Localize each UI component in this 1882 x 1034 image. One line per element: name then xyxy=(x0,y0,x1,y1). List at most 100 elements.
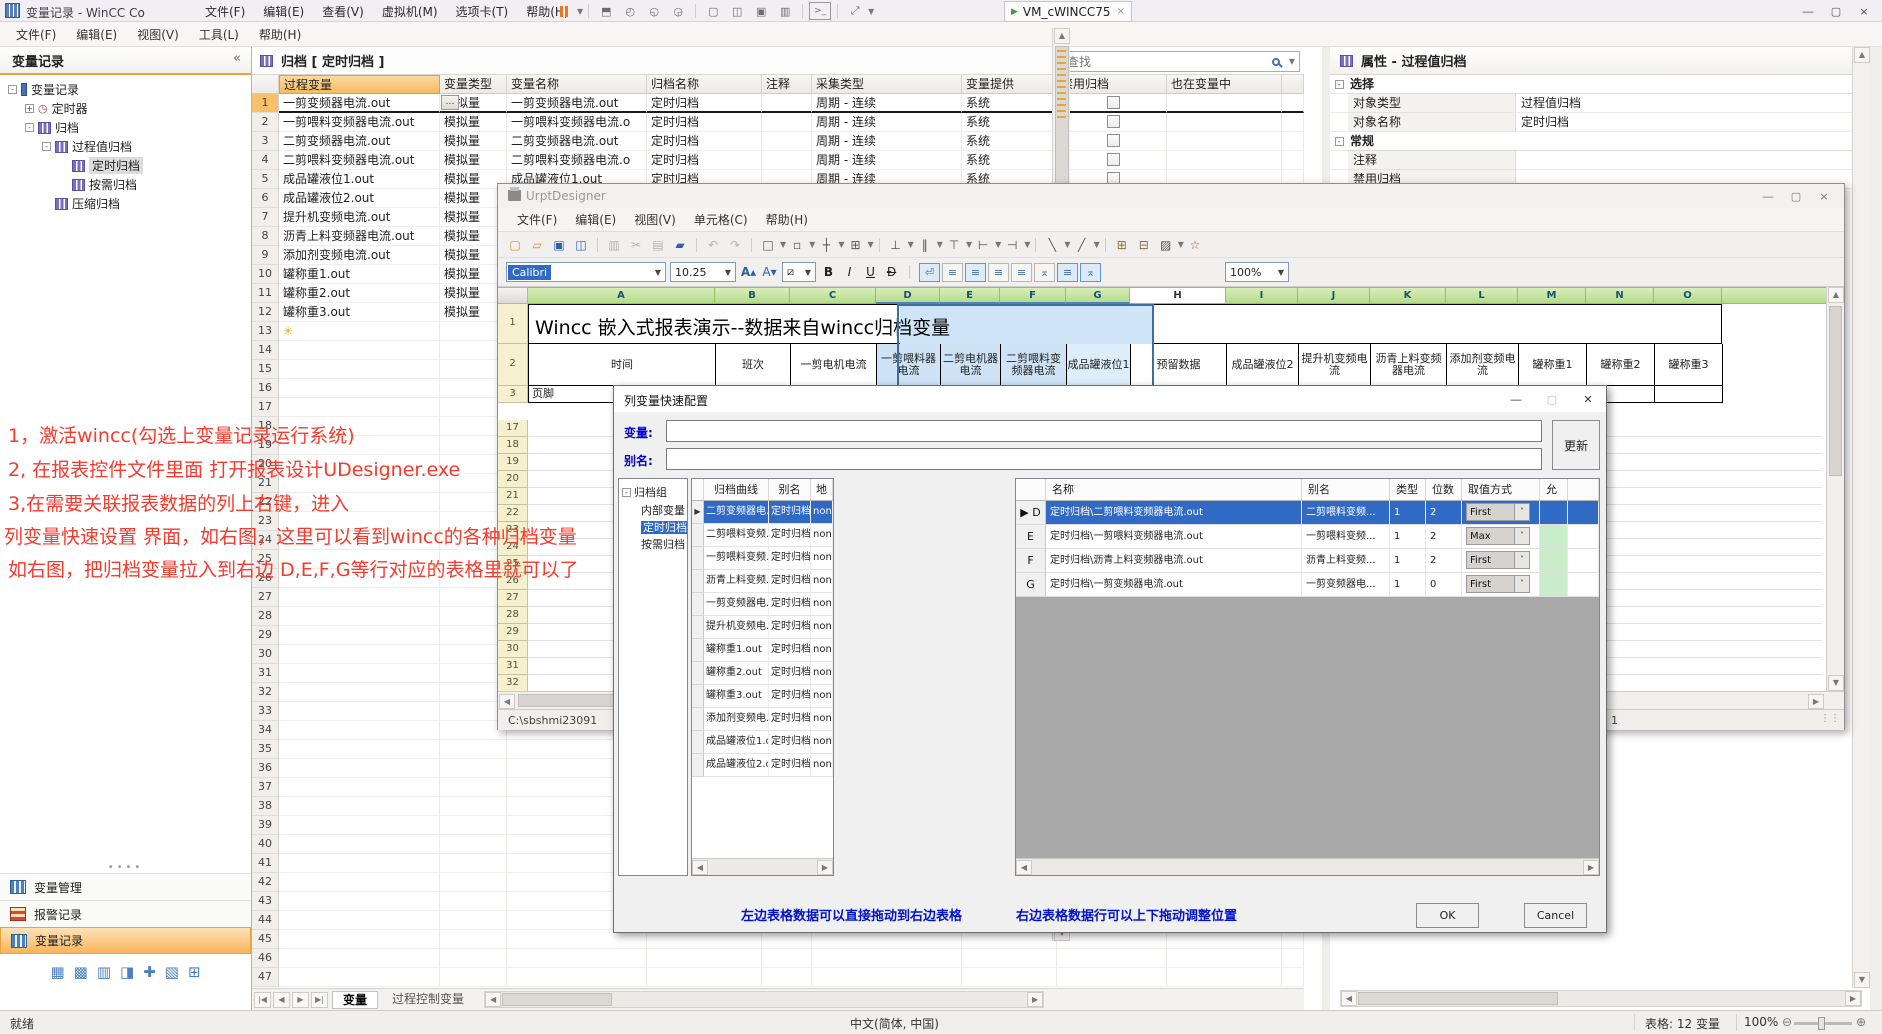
sheet-cell[interactable] xyxy=(1655,386,1723,403)
column-header-C[interactable]: C xyxy=(790,287,876,304)
vm-tab-close-icon[interactable]: × xyxy=(1117,6,1125,17)
chevron-down-icon[interactable]: ▼ xyxy=(838,240,844,249)
scroll-left-icon[interactable]: ◀ xyxy=(499,694,515,709)
row-header-26[interactable]: 26 xyxy=(498,573,528,590)
wincc-menu-4[interactable]: 帮助(H) xyxy=(249,23,311,46)
ellipsis-button[interactable]: … xyxy=(441,95,459,110)
cell[interactable] xyxy=(279,759,440,778)
paste-icon[interactable]: ▤ xyxy=(648,235,668,255)
row-number[interactable]: 16 xyxy=(252,379,279,398)
cell[interactable]: 罐称重2.out xyxy=(279,284,440,303)
sheet-cell[interactable]: 预留数据 xyxy=(1131,344,1227,386)
cell[interactable] xyxy=(279,664,440,683)
sheet-cell[interactable]: 二剪电机器电流 xyxy=(941,344,1001,386)
row-number[interactable]: 30 xyxy=(252,645,279,664)
row-selector[interactable] xyxy=(692,639,704,662)
border-none-icon[interactable]: ▫ xyxy=(787,235,807,255)
wincc-menu-2[interactable]: 视图(V) xyxy=(127,23,189,46)
align-left-icon[interactable]: ≡ xyxy=(942,263,963,282)
sheet-cell[interactable]: 班次 xyxy=(716,344,791,386)
curve-row[interactable]: 二剪喂料变频...定时归档none xyxy=(692,524,833,547)
minimize-button[interactable]: ― xyxy=(1498,386,1534,412)
column-header-取值方式[interactable]: 取值方式 xyxy=(1462,479,1540,501)
cell[interactable] xyxy=(762,132,812,151)
chevron-down-icon[interactable]: ˅ xyxy=(1514,552,1529,568)
curve-row[interactable]: 罐称重3.out定时归档none xyxy=(692,685,833,708)
sheet-cell[interactable]: 成品罐液位2 xyxy=(1227,344,1299,386)
wincc-menu-0[interactable]: 文件(F) xyxy=(6,23,66,46)
cell[interactable] xyxy=(762,94,812,113)
nav-button-变量管理[interactable]: 变量管理 xyxy=(0,873,251,900)
cell[interactable] xyxy=(279,968,440,987)
column-header-B[interactable]: B xyxy=(715,287,790,304)
maximize-button[interactable]: ▢ xyxy=(1534,386,1570,412)
cell[interactable] xyxy=(1057,949,1167,968)
tree-item-定时器[interactable]: +◷定时器 xyxy=(0,99,252,118)
nav-button-报警记录[interactable]: 报警记录 xyxy=(0,900,251,927)
row-number[interactable]: 10 xyxy=(252,265,279,284)
column-header-I[interactable]: I xyxy=(1226,287,1298,304)
binding-row-D[interactable]: ▶ D定时归档\二剪喂料变频器电流.out二剪喂料变频...12First˅ xyxy=(1016,501,1599,525)
chevron-down-icon[interactable]: ˅ xyxy=(1514,576,1529,592)
cell[interactable] xyxy=(279,569,440,588)
row-number[interactable]: 36 xyxy=(252,759,279,778)
row-number[interactable]: 7 xyxy=(252,208,279,227)
row-selector[interactable] xyxy=(692,662,704,685)
minimize-button[interactable]: ― xyxy=(1794,0,1822,22)
column-header-别名[interactable]: 别名 xyxy=(1302,479,1390,501)
sheet-cell[interactable]: 罐称重2 xyxy=(1587,344,1655,386)
border-right-icon[interactable]: ⊣ xyxy=(1002,235,1022,255)
align-center-icon[interactable]: ≡ xyxy=(965,263,986,282)
wrap-text-icon[interactable]: ⏎ xyxy=(919,263,940,282)
sheet-cell[interactable]: 一剪电机电流 xyxy=(791,344,877,386)
cell[interactable] xyxy=(962,968,1057,987)
cell[interactable]: 系统 xyxy=(962,151,1057,170)
enable-cell[interactable] xyxy=(1540,549,1568,573)
row-selector[interactable]: ▶ xyxy=(692,501,704,524)
merge-cells-icon[interactable]: ⊞ xyxy=(1112,235,1132,255)
cell[interactable] xyxy=(279,835,440,854)
cell[interactable] xyxy=(762,949,812,968)
row-number[interactable]: 18 xyxy=(252,417,279,436)
row-number[interactable]: 6 xyxy=(252,189,279,208)
chevron-down-icon[interactable]: ▼ xyxy=(721,268,735,277)
tab-过程控制变量[interactable]: 过程控制变量 xyxy=(382,991,474,1009)
column-header-M[interactable]: M xyxy=(1518,287,1586,304)
row-number[interactable]: 35 xyxy=(252,740,279,759)
cell[interactable]: ✳ xyxy=(279,322,440,341)
cell[interactable]: 周期 - 连续 xyxy=(812,94,962,113)
row-number[interactable]: 31 xyxy=(252,664,279,683)
cell[interactable] xyxy=(507,968,647,987)
snapshot-take-icon[interactable]: ◴ xyxy=(619,2,641,20)
cell[interactable]: 周期 - 连续 xyxy=(812,151,962,170)
row-header-20[interactable]: 20 xyxy=(498,471,528,488)
diagonal-split-combo[interactable]: ⧄ ▼ xyxy=(782,262,816,282)
cell[interactable] xyxy=(279,797,440,816)
cell[interactable] xyxy=(279,341,440,360)
row-selector[interactable] xyxy=(692,570,704,593)
wincc-menu-3[interactable]: 工具(L) xyxy=(189,23,249,46)
text-library-icon[interactable]: ▧ xyxy=(165,963,179,981)
sheet-cell[interactable]: 一剪喂料器电流 xyxy=(877,344,941,386)
cell[interactable] xyxy=(812,968,962,987)
tree-item-定时归档[interactable]: 定时归档 xyxy=(0,156,252,175)
cell[interactable] xyxy=(440,930,507,949)
table-row[interactable]: 47 xyxy=(252,968,1304,987)
curve-row[interactable]: 沥青上料变频...定时归档none xyxy=(692,570,833,593)
cell[interactable]: 定时归档 xyxy=(647,151,762,170)
cell[interactable] xyxy=(440,854,507,873)
curve-row[interactable]: 罐称重1.out定时归档none xyxy=(692,639,833,662)
cell[interactable]: 系统 xyxy=(962,132,1057,151)
row-number[interactable]: 40 xyxy=(252,835,279,854)
alias-input[interactable] xyxy=(666,448,1542,470)
ok-button[interactable]: OK xyxy=(1416,903,1479,928)
row-selector[interactable]: F xyxy=(1016,549,1046,573)
table-row[interactable]: 3二剪变频器电流.out模拟量二剪变频器电流.out定时归档周期 - 连续系统 xyxy=(252,132,1304,151)
curve-row[interactable]: 成品罐液位2.out定时归档none xyxy=(692,754,833,777)
minimize-button[interactable]: ― xyxy=(1754,186,1782,206)
cell[interactable] xyxy=(279,531,440,550)
column-header-名称[interactable]: 名称 xyxy=(1046,479,1302,501)
font-enlarge-icon[interactable]: A▴ xyxy=(740,263,757,282)
property-value[interactable]: 过程值归档 xyxy=(1516,94,1852,113)
align-distribute-icon[interactable]: ≡ xyxy=(1011,263,1032,282)
